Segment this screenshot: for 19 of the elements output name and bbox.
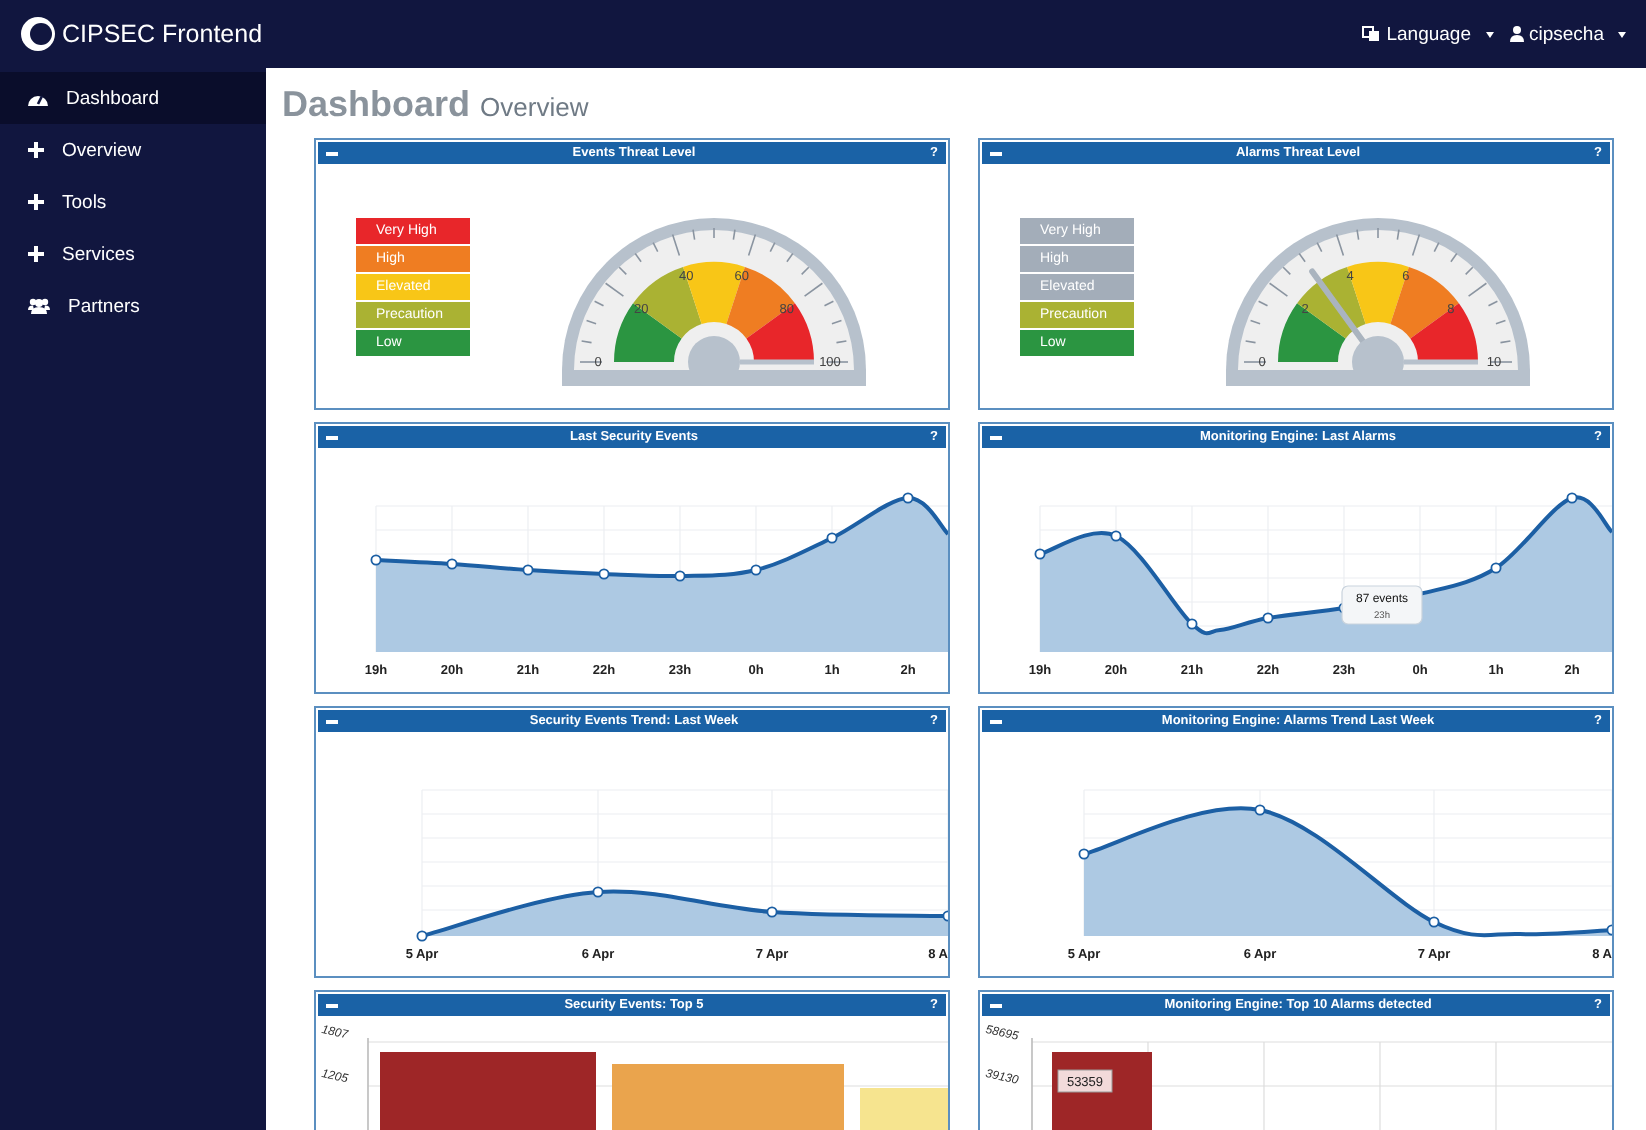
- logo-icon: [20, 16, 56, 52]
- sidebar-item[interactable]: Tools: [0, 176, 266, 228]
- plus-icon: [28, 142, 44, 158]
- caret-icon: [1618, 31, 1626, 37]
- sidebar-item[interactable]: Partners: [0, 280, 266, 332]
- brand-title[interactable]: CIPSEC Frontend: [62, 20, 263, 48]
- sidebar-item[interactable]: Services: [0, 228, 266, 280]
- users-icon: [28, 298, 50, 314]
- user-icon: [1509, 26, 1523, 42]
- plus-icon: [28, 246, 44, 262]
- language-menu[interactable]: Language: [1354, 23, 1501, 45]
- caret-icon: [1485, 31, 1493, 37]
- page-title: Dashboard Overview: [282, 84, 591, 126]
- user-menu[interactable]: cipsecha: [1501, 23, 1634, 45]
- sidebar-item[interactable]: Dashboard: [0, 72, 266, 124]
- dashboard-icon: [28, 90, 48, 106]
- plus-icon: [28, 194, 44, 210]
- language-icon: [1362, 26, 1381, 42]
- sidebar-item[interactable]: Overview: [0, 124, 266, 176]
